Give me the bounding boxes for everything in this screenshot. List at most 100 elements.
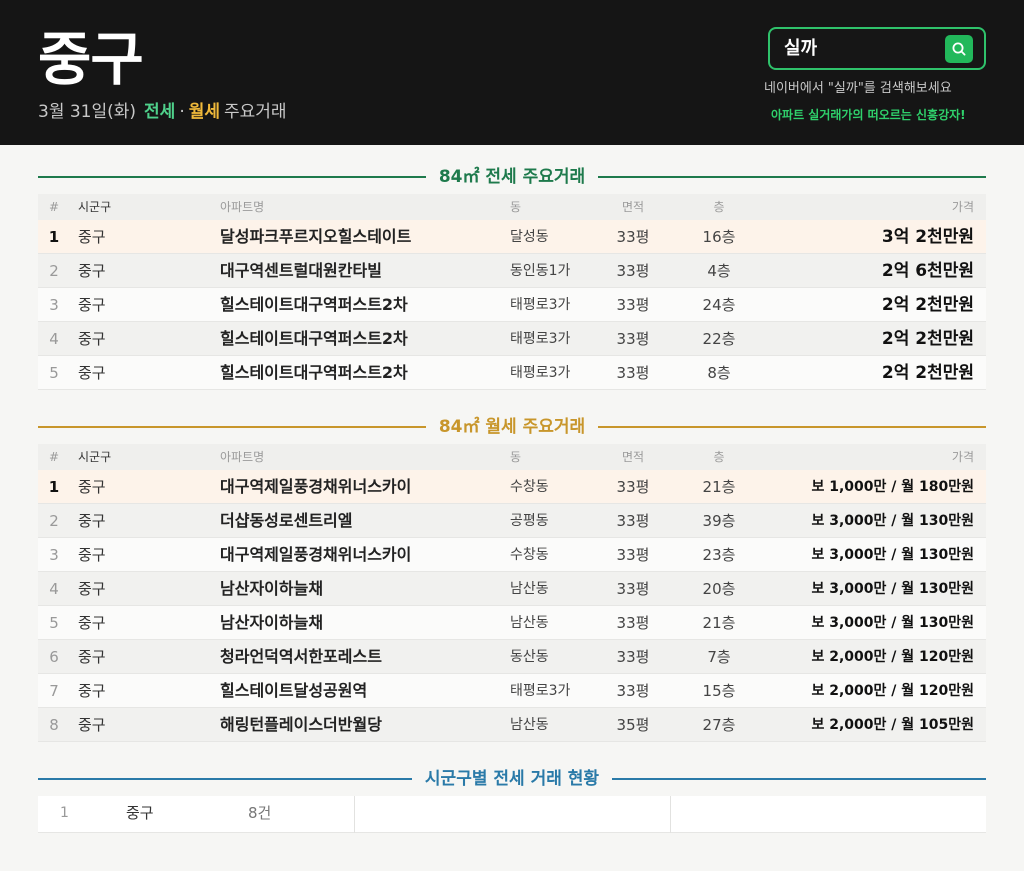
summary-section-title: 시군구별 전세 거래 현황 [38, 767, 986, 791]
row-num: 4 [49, 580, 59, 598]
row-num: 8 [49, 716, 59, 734]
row-area: 33평 [616, 364, 650, 382]
row-floor: 16층 [702, 228, 736, 246]
row-area: 33평 [616, 330, 650, 348]
row-price: 보 3,000만 / 월 130만원 [811, 581, 974, 597]
row-price: 보 2,000만 / 월 105만원 [811, 717, 974, 733]
col-gu: 시군구 [78, 450, 112, 464]
row-apt-name: 청라언덕역서한포레스트 [220, 647, 382, 666]
table-row: 4 중구 힐스테이트대구역퍼스트2차 태평로3가 33평 22층 2억 2천만원 [38, 322, 986, 356]
col-price: 가격 [951, 200, 974, 214]
row-num: 1 [48, 228, 60, 246]
row-floor: 15층 [702, 682, 736, 700]
table-row: 3 중구 힐스테이트대구역퍼스트2차 태평로3가 33평 24층 2억 2천만원 [38, 288, 986, 322]
col-floor: 층 [713, 200, 725, 214]
table-row: 6 중구 청라언덕역서한포레스트 동산동 33평 7층 보 2,000만 / 월 120만원 [38, 640, 986, 674]
table-row: 2 중구 대구역센트럴대원칸타빌 동인동1가 33평 4층 2억 6천만원 [38, 254, 986, 288]
jeonse-rows: 1 중구 달성파크푸르지오힐스테이트 달성동 33평 16층 3억 2천만원 2 중구 대구역센트… [38, 220, 986, 390]
row-apt-name: 대구역센트럴대원칸타빌 [220, 261, 382, 280]
row-area: 33평 [616, 512, 650, 530]
search-icon [952, 42, 966, 56]
row-area: 33평 [616, 580, 650, 598]
row-num: 7 [49, 682, 59, 700]
search-promo: 아파트 실거래가의 떠오르는 신흥강자! [771, 108, 966, 122]
row-dong: 남산동 [510, 581, 549, 597]
jeonse-section-title: 84㎡ 전세 주요거래 [38, 165, 986, 189]
row-dong: 달성동 [510, 229, 549, 245]
table-row: 2 중구 더샵동성로센트리엘 공평동 33평 39층 보 3,000만 / 월 130만원 [38, 504, 986, 538]
wolse-table: # 시군구 아파트명 동 면적 층 가격 1 중구 대구역제일풍경채위너스카이 수창동… [38, 444, 986, 742]
row-floor: 27층 [702, 716, 736, 734]
row-apt-name: 힐스테이트대구역퍼스트2차 [220, 329, 408, 348]
date-label: 3월 31일(화) [38, 102, 137, 122]
row-apt-name: 남산자이하늘채 [220, 613, 324, 632]
summary-gu: 중구 [126, 804, 154, 822]
table-header: # 시군구 아파트명 동 면적 층 가격 [38, 194, 986, 220]
region-title: 중구 [38, 25, 144, 93]
row-dong: 수창동 [510, 547, 549, 563]
row-gu: 중구 [78, 478, 106, 496]
wolse-section-title: 84㎡ 월세 주요거래 [38, 415, 986, 439]
row-floor: 7층 [707, 648, 731, 666]
row-num: 2 [49, 512, 59, 530]
row-floor: 24층 [702, 296, 736, 314]
row-apt-name: 대구역제일풍경채위너스카이 [220, 477, 412, 496]
row-num: 5 [49, 614, 59, 632]
col-gu: 시군구 [78, 200, 112, 214]
row-price: 2억 6천만원 [881, 261, 974, 281]
row-floor: 23층 [702, 546, 736, 564]
row-apt-name: 남산자이하늘채 [220, 579, 324, 598]
wolse-label: 월세 [188, 102, 221, 122]
table-header: # 시군구 아파트명 동 면적 층 가격 [38, 444, 986, 470]
row-price: 보 3,000만 / 월 130만원 [811, 615, 974, 631]
row-price: 2억 2천만원 [881, 363, 974, 383]
search-button[interactable] [945, 35, 973, 63]
row-dong: 동인동1가 [510, 263, 571, 279]
row-floor: 20층 [702, 580, 736, 598]
row-area: 33평 [616, 648, 650, 666]
table-row: 1 중구 대구역제일풍경채위너스카이 수창동 33평 21층 보 1,000만 / 월 18… [38, 470, 986, 504]
row-apt-name: 더샵동성로센트리엘 [220, 511, 353, 530]
row-gu: 중구 [78, 682, 106, 700]
search-box[interactable]: 실까 [768, 27, 986, 70]
row-num: 3 [49, 296, 59, 314]
divider-line [598, 426, 986, 428]
row-apt-name: 달성파크푸르지오힐스테이트 [220, 227, 412, 246]
table-row: 1 중구 달성파크푸르지오힐스테이트 달성동 33평 16층 3억 2천만원 [38, 220, 986, 254]
row-area: 33평 [616, 262, 650, 280]
col-area: 면적 [621, 200, 645, 214]
row-num: 2 [49, 262, 59, 280]
row-gu: 중구 [78, 228, 106, 246]
row-num: 3 [49, 546, 59, 564]
row-gu: 중구 [78, 546, 106, 564]
col-dong: 동 [510, 200, 522, 214]
table-row: 4 중구 남산자이하늘채 남산동 33평 20층 보 3,000만 / 월 130만원 [38, 572, 986, 606]
jeonse-table: # 시군구 아파트명 동 면적 층 가격 1 중구 달성파크푸르지오힐스테이트 달성동… [38, 194, 986, 390]
col-price: 가격 [951, 450, 974, 464]
subtitle: 3월 31일(화) 전세 · 월세 주요거래 [38, 100, 287, 124]
search-input[interactable]: 실까 [784, 37, 817, 61]
row-dong: 태평로3가 [510, 683, 571, 699]
summary-num: 1 [60, 805, 69, 821]
row-num: 4 [49, 330, 59, 348]
row-floor: 22층 [702, 330, 736, 348]
col-apt: 아파트명 [220, 450, 265, 464]
divider-line [612, 778, 986, 780]
row-price: 보 3,000만 / 월 130만원 [811, 513, 974, 529]
col-dong: 동 [510, 450, 522, 464]
row-area: 33평 [616, 478, 650, 496]
row-num: 6 [49, 648, 59, 666]
row-num: 5 [49, 364, 59, 382]
row-gu: 중구 [78, 648, 106, 666]
table-row: 5 중구 남산자이하늘채 남산동 33평 21층 보 3,000만 / 월 130만원 [38, 606, 986, 640]
table-row: 8 중구 해링턴플레이스더반월당 남산동 35평 27층 보 2,000만 / 월 105만… [38, 708, 986, 742]
row-price: 2억 2천만원 [881, 295, 974, 315]
row-dong: 태평로3가 [510, 331, 571, 347]
row-apt-name: 해링턴플레이스더반월당 [220, 715, 382, 734]
summary-empty-cell [670, 796, 986, 833]
row-floor: 39층 [702, 512, 736, 530]
row-dong: 동산동 [510, 649, 549, 665]
header: 중구 3월 31일(화) 전세 · 월세 주요거래 실까 네이버에서 "실까"를 검색해… [0, 0, 1024, 145]
row-floor: 8층 [707, 364, 731, 382]
table-row: 3 중구 대구역제일풍경채위너스카이 수창동 33평 23층 보 3,000만 / 월 13… [38, 538, 986, 572]
